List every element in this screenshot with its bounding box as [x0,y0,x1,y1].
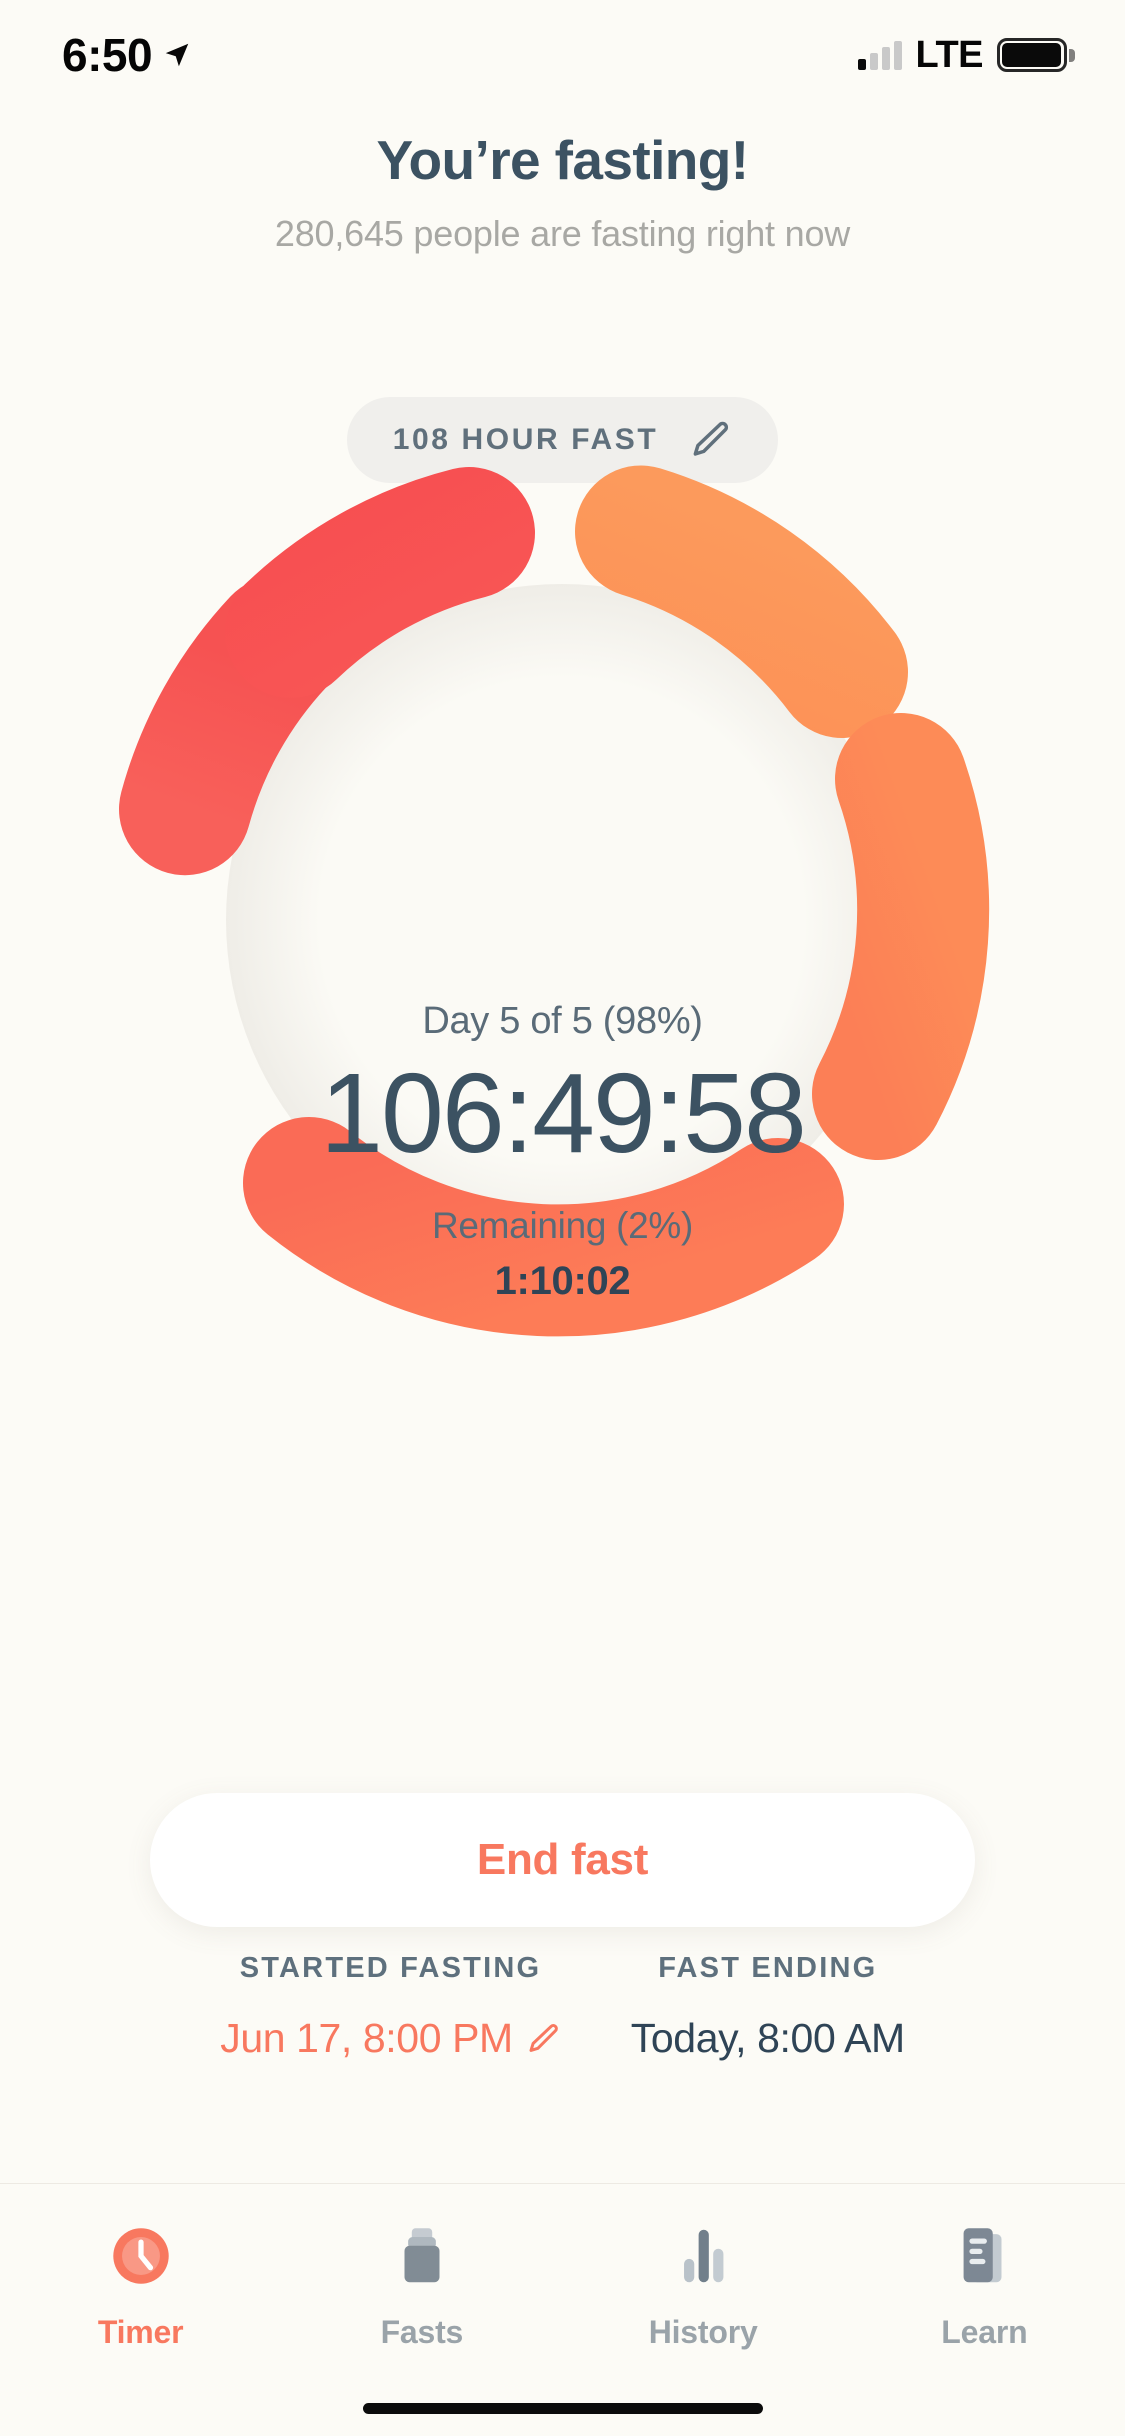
home-indicator [362,2403,763,2414]
page-header: You’re fasting! 280,645 people are fasti… [0,126,1125,255]
tab-timer[interactable]: Timer [0,2218,281,2351]
tab-fasts-label: Fasts [380,2314,464,2350]
clock-icon [103,2218,179,2294]
page-title: You’re fasting! [376,129,750,191]
elapsed-time: 106:49:58 [320,1050,807,1176]
signal-strength-icon [857,40,902,70]
tab-learn-label: Learn [941,2314,1028,2350]
end-fast-label: End fast [476,1835,649,1884]
bar-chart-icon [665,2218,741,2294]
location-arrow-icon [165,43,189,67]
jar-icon [384,2218,460,2294]
status-bar-clock: 6:50 [62,29,153,81]
tab-fasts[interactable]: Fasts [281,2218,562,2351]
remaining-time: 1:10:02 [494,1258,631,1303]
fast-start-value-button[interactable]: Jun 17, 8:00 PM [220,2015,561,2062]
status-bar-indicators: LTE [857,33,1075,77]
day-progress-label: Day 5 of 5 (98%) [422,1000,703,1042]
tab-history-label: History [648,2314,758,2350]
remaining-label: Remaining (2%) [431,1204,694,1246]
timer-readout: Day 5 of 5 (98%) 106:49:58 Remaining (2%… [0,1000,1125,1304]
pencil-icon [529,2023,558,2052]
status-bar: 6:50 LTE [0,0,1125,110]
fast-start-column: STARTED FASTING Jun 17, 8:00 PM [220,1952,561,2062]
tab-timer-label: Timer [97,2314,184,2350]
battery-full-icon [997,38,1075,72]
carrier-label: LTE [915,33,984,76]
article-icon [946,2218,1022,2294]
bottom-tab-bar: Timer Fasts History Learn [0,2183,1125,2436]
fast-end-column: FAST ENDING Today, 8:00 AM [631,1952,905,2062]
end-fast-button[interactable]: End fast [150,1793,975,1927]
status-bar-time-group: 6:50 [62,28,192,82]
fast-window-info: STARTED FASTING Jun 17, 8:00 PM FAST END… [0,1952,1125,2062]
page-subtitle: 280,645 people are fasting right now [274,212,851,254]
fast-start-value: Jun 17, 8:00 PM [220,2015,513,2061]
tab-learn[interactable]: Learn [844,2218,1125,2351]
fast-start-caption: STARTED FASTING [239,1952,542,1984]
fast-end-caption: FAST ENDING [658,1952,878,1984]
fasting-progress-ring [32,392,1092,1337]
tab-history[interactable]: History [563,2218,844,2351]
fast-end-value: Today, 8:00 AM [630,2015,905,2061]
